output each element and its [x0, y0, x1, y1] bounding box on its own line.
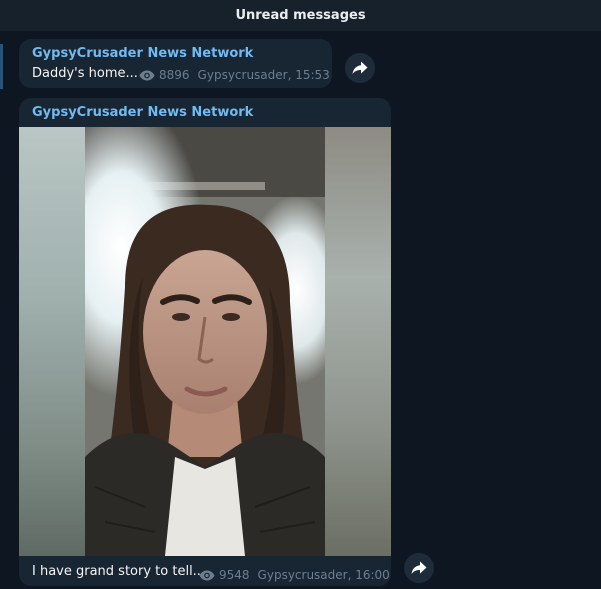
message-meta: 9548 Gypsycrusader, 16:00: [199, 568, 390, 582]
message-bubble[interactable]: GypsyCrusader News Network Daddy's home.…: [19, 39, 332, 88]
sender-name[interactable]: GypsyCrusader News Network: [32, 105, 253, 120]
message-photo[interactable]: [19, 127, 391, 556]
share-arrow-icon: [352, 61, 368, 74]
share-button[interactable]: [345, 53, 375, 83]
view-count: 8896: [159, 68, 190, 82]
message-text: Daddy's home...: [32, 66, 138, 81]
selfie-photo[interactable]: [85, 127, 325, 556]
author-time: Gypsycrusader, 15:53: [197, 68, 330, 82]
unread-messages-divider: Unread messages: [0, 0, 601, 32]
photo-blur-left: [19, 127, 85, 556]
sender-name[interactable]: GypsyCrusader News Network: [32, 46, 253, 61]
eye-icon: [139, 70, 155, 80]
message-bubble[interactable]: GypsyCrusader News Network I have grand …: [19, 98, 391, 586]
share-button[interactable]: [404, 553, 434, 583]
view-count: 9548: [219, 568, 250, 582]
selfie-illustration: [85, 127, 325, 556]
chat-window: Unread messages GypsyCrusader News Netwo…: [0, 0, 601, 589]
message-text: I have grand story to tell...: [32, 564, 206, 579]
selection-accent: [0, 44, 3, 89]
photo-blur-right: [325, 127, 391, 556]
message-meta: 8896 Gypsycrusader, 15:53: [139, 68, 330, 82]
share-arrow-icon: [411, 561, 427, 574]
unread-messages-label: Unread messages: [235, 8, 366, 23]
author-time: Gypsycrusader, 16:00: [257, 568, 390, 582]
eye-icon: [199, 570, 215, 580]
